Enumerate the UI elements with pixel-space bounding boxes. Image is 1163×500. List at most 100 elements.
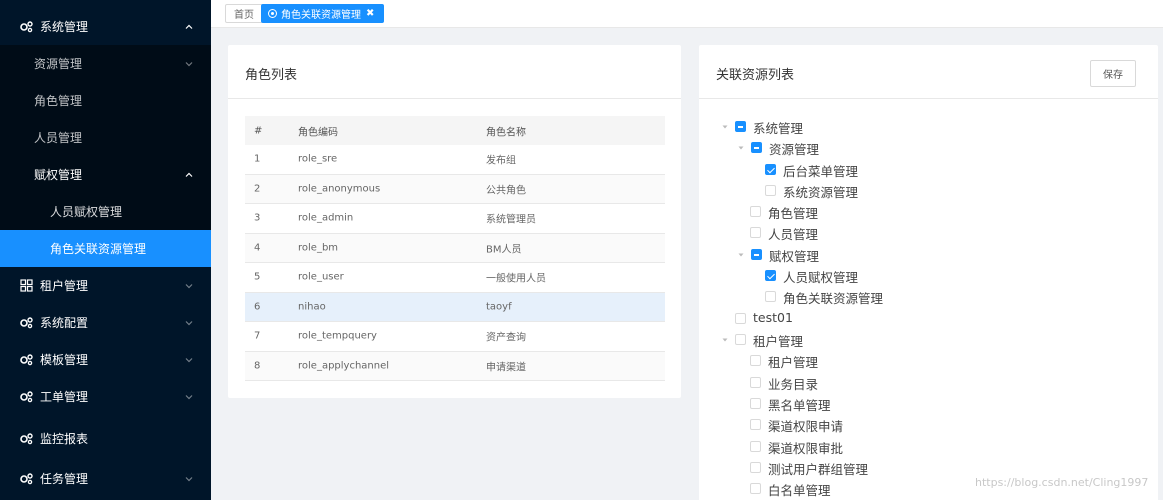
tree-node-label: 赋权管理 <box>769 249 820 264</box>
tab-label: 角色关联资源管理 <box>281 10 361 21</box>
menu-monitor-report[interactable]: 监控报表 <box>0 420 211 457</box>
menu-template-management[interactable]: 模板管理 <box>0 341 211 378</box>
role-code: nihao <box>298 301 326 313</box>
menu-person-permission[interactable]: 人员赋权管理 <box>0 193 211 230</box>
row-number: 6 <box>254 301 261 313</box>
checkbox[interactable] <box>750 206 761 217</box>
menu-role-management[interactable]: 角色管理 <box>0 82 211 119</box>
checkbox[interactable] <box>765 291 776 302</box>
table-row[interactable]: 7 role_tempquery 资产查询 <box>245 322 665 352</box>
caret-down-icon[interactable] <box>736 250 746 260</box>
gear-icon <box>19 390 33 404</box>
checkbox[interactable] <box>750 441 761 452</box>
checkbox[interactable] <box>735 313 746 324</box>
chevron-down-icon <box>185 394 193 399</box>
tab-label: 首页 <box>234 10 254 21</box>
save-button[interactable]: 保存 <box>1090 60 1136 87</box>
role-code: role_tempquery <box>298 330 377 342</box>
menu-label: 人员管理 <box>34 131 83 145</box>
caret-down-icon[interactable] <box>720 122 730 132</box>
gear-icon <box>19 432 33 446</box>
row-number: 2 <box>254 183 261 195</box>
checkbox[interactable] <box>765 185 776 196</box>
role-code: role_admin <box>298 212 354 224</box>
row-number: 4 <box>254 242 261 254</box>
checkbox-checked[interactable] <box>765 270 776 281</box>
menu-system-config[interactable]: 系统配置 <box>0 304 211 341</box>
checkbox[interactable] <box>750 377 761 388</box>
active-dot-icon <box>268 9 277 18</box>
caret-down-icon[interactable] <box>720 335 730 345</box>
role-code: role_bm <box>298 242 339 254</box>
table-row[interactable]: 3 role_admin 系统管理员 <box>245 204 665 234</box>
menu-label: 系统管理 <box>40 20 89 34</box>
row-number: 7 <box>254 330 261 342</box>
role-name: 资产查询 <box>486 332 526 344</box>
menu-system-management[interactable]: 系统管理 <box>0 8 211 45</box>
menu-role-resource[interactable]: 角色关联资源管理 <box>0 230 211 267</box>
card-title: 角色列表 <box>245 68 298 83</box>
role-code: role_anonymous <box>298 183 381 195</box>
menu-label: 系统配置 <box>40 316 89 330</box>
menu-permission-management[interactable]: 赋权管理 <box>0 156 211 193</box>
checkbox[interactable] <box>735 334 746 345</box>
tree-node-label: 业务目录 <box>768 377 819 392</box>
table-row[interactable]: 2 role_anonymous 公共角色 <box>245 174 665 204</box>
close-icon[interactable]: ✖ <box>366 8 374 19</box>
chevron-down-icon <box>185 357 193 362</box>
tree-node-label: 租户管理 <box>768 355 819 370</box>
checkbox[interactable] <box>750 462 761 473</box>
table-row[interactable]: 8 role_applychannel 申请渠道 <box>245 351 665 381</box>
menu-label: 工单管理 <box>40 390 89 404</box>
role-code: role_user <box>298 271 344 283</box>
gear-icon <box>19 316 33 330</box>
tree-node-label: 租户管理 <box>753 334 804 349</box>
checkbox-indeterminate[interactable] <box>751 142 762 153</box>
menu-task-management[interactable]: 任务管理 <box>0 460 211 497</box>
tree-node-label: 测试用户群组管理 <box>768 462 869 477</box>
menu-person-management[interactable]: 人员管理 <box>0 119 211 156</box>
table-row[interactable]: 1 role_sre 发布组 <box>245 145 665 175</box>
caret-down-icon[interactable] <box>736 143 746 153</box>
tree-node-label: 后台菜单管理 <box>783 164 859 179</box>
tab-home[interactable]: 首页 <box>225 4 263 23</box>
menu-label: 资源管理 <box>34 57 83 71</box>
tree-node-label: 渠道权限审批 <box>768 441 844 456</box>
checkbox-indeterminate[interactable] <box>735 121 746 132</box>
checkbox-checked[interactable] <box>765 164 776 175</box>
column-header: # <box>254 125 263 136</box>
menu-tenant-management[interactable]: 租户管理 <box>0 267 211 304</box>
column-header: 角色编码 <box>298 127 338 138</box>
menu-label: 任务管理 <box>40 472 89 486</box>
checkbox[interactable] <box>750 483 761 494</box>
tab-role-resource[interactable]: 角色关联资源管理 ✖ <box>261 4 384 23</box>
role-name: 发布组 <box>486 155 516 167</box>
chevron-down-icon <box>185 320 193 325</box>
role-table: # 角色编码 角色名称 1 role_sre 发布组 2 role_anonym… <box>245 116 665 381</box>
table-row[interactable]: 4 role_bm BM人员 <box>245 233 665 263</box>
table-header: # 角色编码 角色名称 <box>245 116 665 145</box>
menu-label: 租户管理 <box>40 279 89 293</box>
role-name: 一般使用人员 <box>486 273 546 285</box>
checkbox-indeterminate[interactable] <box>751 249 762 260</box>
table-row-selected[interactable]: 6 nihao taoyf <box>245 292 665 322</box>
role-name: BM人员 <box>486 244 522 256</box>
chevron-down-icon <box>185 476 193 481</box>
tree-node-label: 系统管理 <box>753 121 804 136</box>
checkbox[interactable] <box>750 398 761 409</box>
table-row[interactable]: 5 role_user 一般使用人员 <box>245 263 665 293</box>
menu-label: 人员赋权管理 <box>50 205 123 219</box>
row-number: 8 <box>254 360 261 372</box>
gear-icon <box>19 472 33 486</box>
menu-resource-management[interactable]: 资源管理 <box>0 45 211 82</box>
role-name: 申请渠道 <box>486 362 526 374</box>
tree-node-label: 系统资源管理 <box>783 185 859 200</box>
checkbox[interactable] <box>750 227 761 238</box>
checkbox[interactable] <box>750 419 761 430</box>
tree-node-label: 角色管理 <box>768 206 819 221</box>
role-code: role_sre <box>298 153 338 165</box>
divider <box>228 98 681 99</box>
menu-ticket-management[interactable]: 工单管理 <box>0 378 211 415</box>
menu-label: 角色关联资源管理 <box>50 242 147 256</box>
checkbox[interactable] <box>750 355 761 366</box>
